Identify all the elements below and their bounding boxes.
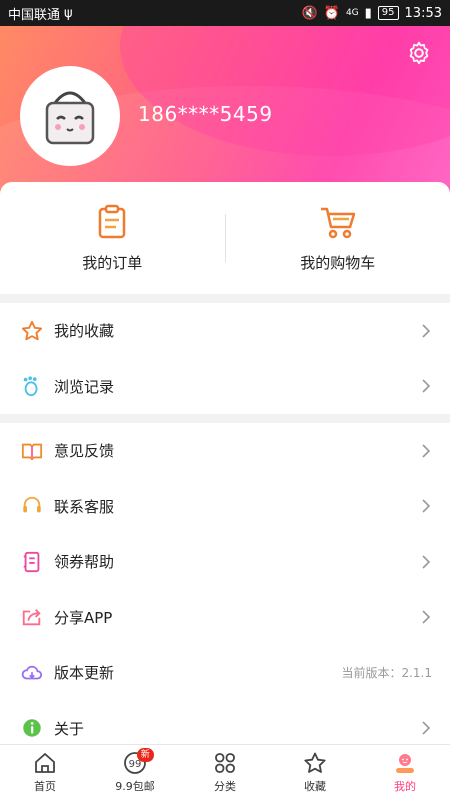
chevron-right-icon [422,721,431,735]
bottom-tab-bar: 首页 99 新 9.9包邮 分类 收藏 我的 [0,744,450,800]
shopping-bag-mascot-icon [45,91,95,145]
tab-free-shipping[interactable]: 99 新 9.9包邮 [90,745,180,800]
menu-item-customer-service[interactable]: 联系客服 [0,479,450,535]
signal-icon: ▮ [364,5,372,21]
headset-icon [20,494,44,518]
book-icon [20,439,44,463]
profile-header: 186****5459 [0,26,450,201]
carrier-label: 中国联通 [8,7,61,23]
chevron-right-icon [422,324,431,338]
chevron-right-icon [422,610,431,624]
menu-group-favorites: 我的收藏 浏览记录 [0,303,450,414]
battery-indicator: 95 [377,6,399,20]
orders-card: 我的订单 我的购物车 [0,182,450,294]
my-orders-button[interactable]: 我的订单 [0,182,225,294]
tab-category[interactable]: 分类 [180,745,270,800]
user-profile-icon [396,754,414,773]
menu-item-feedback[interactable]: 意见反馈 [0,423,450,479]
tab-favorites[interactable]: 收藏 [270,745,360,800]
usb-icon: ψ [64,5,73,21]
chevron-right-icon [422,379,431,393]
menu-item-version-update[interactable]: 版本更新 当前版本：2.1.1 [0,645,450,701]
my-cart-label: 我的购物车 [300,253,376,272]
share-icon [20,605,44,629]
settings-gear-icon[interactable] [406,40,432,66]
menu-item-coupon-help[interactable]: 领券帮助 [0,534,450,590]
notebook-icon [20,550,44,574]
status-bar: 中国联通 ψ 🔇 ⏰ 4G ▮ 95 13:53 [0,0,450,26]
tab-mine[interactable]: 我的 [360,745,450,800]
menu-item-favorites[interactable]: 我的收藏 [0,303,450,359]
category-grid-icon [215,753,235,773]
star-outline-icon [304,752,326,773]
star-icon [20,319,44,343]
menu-item-history[interactable]: 浏览记录 [0,359,450,415]
shopping-cart-icon [320,207,355,238]
footprint-icon [20,374,44,398]
my-cart-button[interactable]: 我的购物车 [226,182,450,294]
menu-group-services: 意见反馈 联系客服 领券帮助 分享APP 版本更新 当前版本：2.1.1 关于 [0,423,450,756]
chevron-right-icon [422,499,431,513]
cloud-icon [20,661,44,685]
new-badge: 新 [136,748,154,762]
my-orders-label: 我的订单 [82,253,143,272]
menu-item-share-app[interactable]: 分享APP [0,590,450,646]
clipboard-icon [99,204,126,238]
network-label: 4G [345,8,359,18]
info-icon [20,716,44,740]
user-phone[interactable]: 186****5459 [138,102,273,126]
chevron-right-icon [422,444,431,458]
alarm-icon: ⏰ [323,5,340,21]
clock: 13:53 [404,5,442,21]
home-icon [35,753,55,773]
tab-home[interactable]: 首页 [0,745,90,800]
mute-icon: 🔇 [301,5,318,21]
current-version-label: 当前版本：2.1.1 [341,666,432,681]
chevron-right-icon [422,555,431,569]
avatar[interactable] [20,66,120,166]
